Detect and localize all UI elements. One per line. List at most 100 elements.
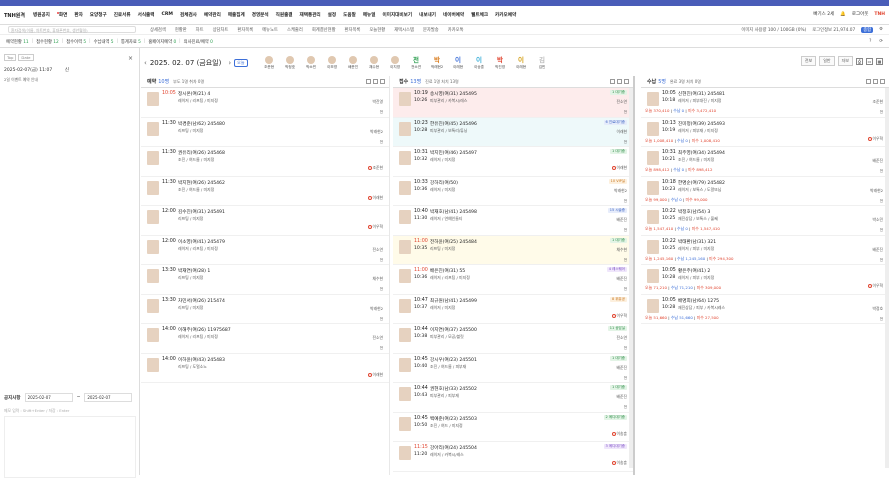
patient-name[interactable]: 신현진(여/31) 245481 — [678, 91, 725, 97]
menu-item[interactable]: 요양청구 — [90, 12, 107, 18]
patient-card[interactable]: 12:00 이소영(여/41) 245479 레이저 / 리프팅 / 미지정 전소연 전 — [141, 236, 389, 265]
toolbar-item[interactable]: 상세검색 — [150, 27, 166, 33]
toolbar-item[interactable]: 차트 — [196, 27, 204, 33]
staff-item[interactable]: 김 김민 — [533, 56, 552, 70]
sort-icon[interactable] — [880, 79, 885, 84]
filter-item[interactable]: 통계자료 5 — [121, 39, 141, 45]
staff-item[interactable]: 이지영 — [386, 56, 405, 70]
patient-name[interactable]: 이하윤(여/43) 245483 — [178, 357, 225, 363]
filter-item[interactable]: 의사진료/예약 0 — [184, 39, 213, 45]
menu-item[interactable]: 병원공지 — [33, 12, 50, 18]
patient-card[interactable]: 10:31 10:21 최주영(여/34) 245494 조진 / 여드름 / 미지정… — [641, 147, 889, 177]
patient-card[interactable]: 14:00 이하윤(여/43) 245483 리프팅 / 도얼소노 이래현 — [141, 354, 389, 383]
patient-card[interactable]: 11:30 박경준(남/62) 245480 리프팅 / 미지정 박래현2 전 — [141, 118, 389, 147]
grid-view-icon[interactable] — [373, 79, 378, 84]
toolbar-item[interactable]: 상담차트 — [213, 27, 229, 33]
patient-name[interactable]: 배명희(남/64) 1275 — [678, 298, 719, 304]
scrollbar[interactable] — [885, 88, 889, 468]
prev-date-icon[interactable]: ‹ — [144, 59, 147, 67]
staff-item[interactable]: 박 박진영 — [491, 56, 510, 70]
menu-item[interactable]: 환자 — [74, 12, 82, 18]
patient-name[interactable]: 황은주(여/41) 2 — [678, 268, 710, 274]
patient-card[interactable]: 10:18 10:23 한명순(여/79) 245482 레이저 / 보톡스 / 도알… — [641, 177, 889, 206]
view-all-button[interactable]: 전보 — [800, 56, 817, 66]
patient-card[interactable]: 13:30 박재연(여/28) 1 리프팅 / 미지정 채수현 전 — [141, 265, 389, 295]
toolbar-item[interactable]: 현황판 — [175, 27, 187, 33]
patient-name[interactable]: 박재호(남/41) 245498 — [430, 209, 477, 215]
patient-card[interactable]: 10:44 10:38 이지연(여/37) 245500 피부관리 / 모공/블릿 11… — [393, 324, 633, 354]
patient-name[interactable]: 한유진(여/45) 245496 — [430, 121, 477, 127]
menu-item[interactable]: 이미지대비보기 — [383, 12, 413, 18]
patient-card[interactable]: 10:05 10:28 황은주(여/41) 2 레이저 / 피부 / 미지정 오늘 71… — [641, 265, 889, 295]
menu-item[interactable]: 경영분석 — [252, 12, 269, 18]
patient-card[interactable]: 11:00 10:36 배은진(여/31) 55 레이저 / 리프팅 / 미지정 4 레… — [393, 265, 633, 295]
patient-name[interactable]: 차민서(여/26) 215474 — [178, 298, 225, 304]
menu-item[interactable]: 웰트체크 — [471, 12, 488, 18]
staff-item[interactable]: 박정호 — [281, 56, 300, 70]
patient-card[interactable]: 11:15 11:20 강아리(여/24) 245504 레이저 / 카복시/레스 3 … — [393, 442, 633, 472]
toolbar-item[interactable]: 문자발송 — [423, 27, 439, 33]
tab-date[interactable]: Date — [18, 54, 34, 61]
logout-link[interactable]: 로그아웃 — [852, 11, 869, 17]
next-date-icon[interactable]: › — [228, 59, 231, 67]
filter-item[interactable]: 예약현황 11 — [6, 39, 29, 45]
grid-icon[interactable]: ▦ — [876, 57, 883, 65]
patient-card[interactable]: 10:45 10:40 강시우(여/23) 245501 조진 / 여드름 / 피부재… — [393, 354, 633, 383]
refresh-icon[interactable]: ⟳ — [879, 39, 883, 44]
patient-card[interactable]: 11:30 박지현(여/26) 245462 조진 / 여드름 / 미지정 이래현 — [141, 177, 389, 206]
patient-name[interactable]: 박재연(여/28) 1 — [178, 268, 210, 274]
print-icon[interactable]: ⎙ — [856, 57, 863, 65]
notice-to-date[interactable]: 2025-02-07 — [84, 393, 133, 402]
summary-button[interactable]: 종합 — [861, 26, 874, 33]
patient-card[interactable]: 10:22 10:25 박정호(남/54) 3 재진상담 / 보톡스 / 울쎄 오늘 1… — [641, 206, 889, 236]
grid-view-icon[interactable] — [617, 79, 622, 84]
patient-card[interactable]: 10:44 10:43 권현호(남/33) 245502 피부관리 / 피부재 1 대기… — [393, 383, 633, 413]
user-label[interactable]: 빠기스 2세 — [813, 11, 834, 17]
today-button[interactable]: 오늘 — [234, 59, 248, 67]
staff-item[interactable]: 배준진 — [344, 56, 363, 70]
staff-item[interactable]: 채수현 — [365, 56, 384, 70]
patient-name[interactable]: 진미정(여/39) 245493 — [678, 121, 725, 127]
filter-item[interactable]: 수납내역 5 — [94, 39, 114, 45]
toolbar-item[interactable]: 메뉴노트 — [262, 27, 278, 33]
patient-name[interactable]: 박정호(남/54) 3 — [678, 209, 710, 215]
patient-card[interactable]: 10:13 10:19 진미정(여/39) 245493 레이저 / 피부재 / 미지… — [641, 118, 889, 147]
list-view-icon[interactable] — [366, 79, 371, 84]
staff-item[interactable]: 조준현 — [260, 56, 279, 70]
patient-name[interactable]: 이지연(여/37) 245500 — [430, 327, 477, 333]
patient-name[interactable]: 박지민(여/46) 245497 — [430, 150, 477, 156]
view-normal-button[interactable]: 일반 — [819, 56, 835, 66]
patient-card[interactable]: 10:33 10:36 강하리(여/50) 레이저 / 미지정 10 VIP실 박래현2 전 — [393, 177, 633, 206]
sort-icon[interactable] — [380, 79, 385, 84]
menu-item[interactable]: 도움말 — [343, 12, 356, 18]
patient-card[interactable]: 10:23 10:28 한유진(여/45) 245496 피부관리 / 보톡리/튜닝 6… — [393, 117, 633, 147]
sort-icon[interactable] — [624, 79, 629, 84]
view-auto-button[interactable]: 자보 — [837, 56, 853, 66]
patient-name[interactable]: 한명순(여/79) 245482 — [678, 180, 725, 186]
patient-card[interactable]: 11:30 권유리(여/26) 245468 조진 / 여드름 / 미지정 조준현 — [141, 147, 389, 177]
patient-name[interactable]: 박지현(여/26) 245462 — [178, 180, 225, 186]
menu-item[interactable]: 매출집계 — [228, 12, 245, 18]
staff-item[interactable]: 이 이래현 — [449, 56, 468, 70]
menu-item[interactable]: 서식출력 — [138, 12, 155, 18]
toolbar-item[interactable]: 오늘현황 — [369, 27, 385, 33]
staff-item[interactable]: 이 이래현 — [512, 56, 531, 70]
patient-card[interactable]: 14:00 이해주(여/26) 11975687 레이저 / 리프팅 / 미지정 전소… — [141, 324, 389, 354]
toolbar-item[interactable]: 환자목록 — [345, 27, 361, 33]
memo-input[interactable] — [4, 416, 136, 478]
patient-name[interactable]: 강시우(여/23) 245501 — [430, 357, 477, 363]
patient-name[interactable]: 전하윤(여/25) 245484 — [430, 239, 477, 245]
toolbar-item[interactable]: 환자목록 — [237, 27, 253, 33]
menu-item[interactable]: 네이버예약 — [443, 12, 464, 18]
patient-name[interactable]: 권유리(여/26) 245468 — [178, 150, 225, 156]
patient-name[interactable]: 최주영(여/34) 245494 — [678, 150, 725, 156]
scrollbar[interactable] — [629, 88, 633, 468]
menu-item[interactable]: 예약관리 — [204, 12, 221, 18]
patient-card[interactable]: 12:00 김수진(여/31) 245491 리프팅 / 미지정 이우혁 — [141, 206, 389, 236]
patient-name[interactable]: 송시영(여/31) 245495 — [430, 91, 477, 97]
patient-name[interactable]: 박태환(남/31) 321 — [678, 239, 716, 245]
patient-name[interactable]: 권현호(남/33) 245502 — [430, 386, 477, 392]
notice-from-date[interactable]: 2025-02-07 — [24, 393, 73, 402]
patient-card[interactable]: 13:30 차민서(여/26) 215474 리프팅 / 미지정 박래현2 전 — [141, 295, 389, 324]
toolbar-item[interactable]: 회계결산현황 — [312, 27, 336, 33]
